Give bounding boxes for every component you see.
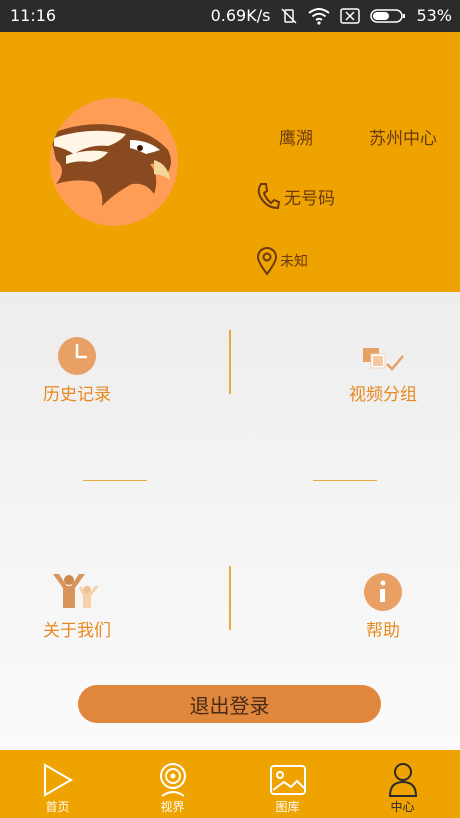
status-bar: 11:16 0.69K/s 53%	[0, 0, 460, 32]
history-item[interactable]: 历史记录	[40, 332, 114, 405]
phone-row: 无号码	[256, 182, 335, 210]
video-group-label: 视频分组	[349, 385, 417, 405]
profile-header: 鹰溯 苏州中心 无号码 未知	[0, 32, 460, 292]
phone-number: 无号码	[284, 188, 335, 209]
tab-vision[interactable]: 视界	[115, 750, 230, 818]
battery-icon	[370, 8, 406, 24]
help-label: 帮助	[366, 621, 400, 641]
gallery-icon	[269, 765, 306, 795]
tab-home-label: 首页	[45, 800, 70, 814]
location-pin-icon	[256, 247, 278, 276]
network-speed: 0.69K/s	[210, 6, 271, 25]
tab-gallery-label: 图库	[275, 800, 300, 814]
camera-icon	[159, 763, 186, 797]
info-icon	[364, 573, 402, 611]
tab-center[interactable]: 中心	[345, 750, 460, 818]
play-icon	[43, 763, 73, 797]
status-time: 11:16	[10, 6, 57, 25]
location-row: 未知	[256, 246, 308, 276]
tab-vision-label: 视界	[160, 800, 185, 814]
vibrate-off-icon	[280, 7, 298, 25]
center-label: 苏州中心	[369, 129, 437, 149]
logout-button[interactable]: 退出登录	[78, 685, 381, 723]
phone-icon	[257, 183, 280, 210]
history-label: 历史记录	[43, 385, 111, 405]
avatar[interactable]	[50, 98, 178, 226]
divider-vertical-top	[229, 330, 231, 394]
nickname: 鹰溯	[279, 129, 313, 149]
help-item[interactable]: 帮助	[354, 568, 412, 641]
tab-center-label: 中心	[390, 800, 415, 814]
about-us-item[interactable]: 关于我们	[40, 568, 114, 641]
no-sim-icon	[340, 7, 361, 24]
clock-icon	[58, 337, 96, 375]
user-icon	[388, 763, 417, 797]
video-group-item[interactable]: 视频分组	[346, 332, 420, 405]
divider-vertical-bottom	[229, 566, 231, 630]
divider-horizontal-right	[313, 480, 377, 481]
bottom-tab-bar: 首页 视界 图库 中心	[0, 750, 460, 818]
wifi-icon	[308, 7, 331, 25]
about-us-label: 关于我们	[43, 621, 111, 641]
tab-home[interactable]: 首页	[0, 750, 115, 818]
location-text: 未知	[280, 254, 308, 270]
battery-percent: 53%	[416, 6, 452, 25]
divider-horizontal-left	[83, 480, 147, 481]
video-group-icon	[363, 348, 404, 371]
tab-gallery[interactable]: 图库	[230, 750, 345, 818]
team-icon	[53, 574, 99, 608]
menu-area: 历史记录 视频分组 关于我们 帮助	[0, 292, 460, 750]
eagle-logo-icon	[50, 124, 171, 206]
